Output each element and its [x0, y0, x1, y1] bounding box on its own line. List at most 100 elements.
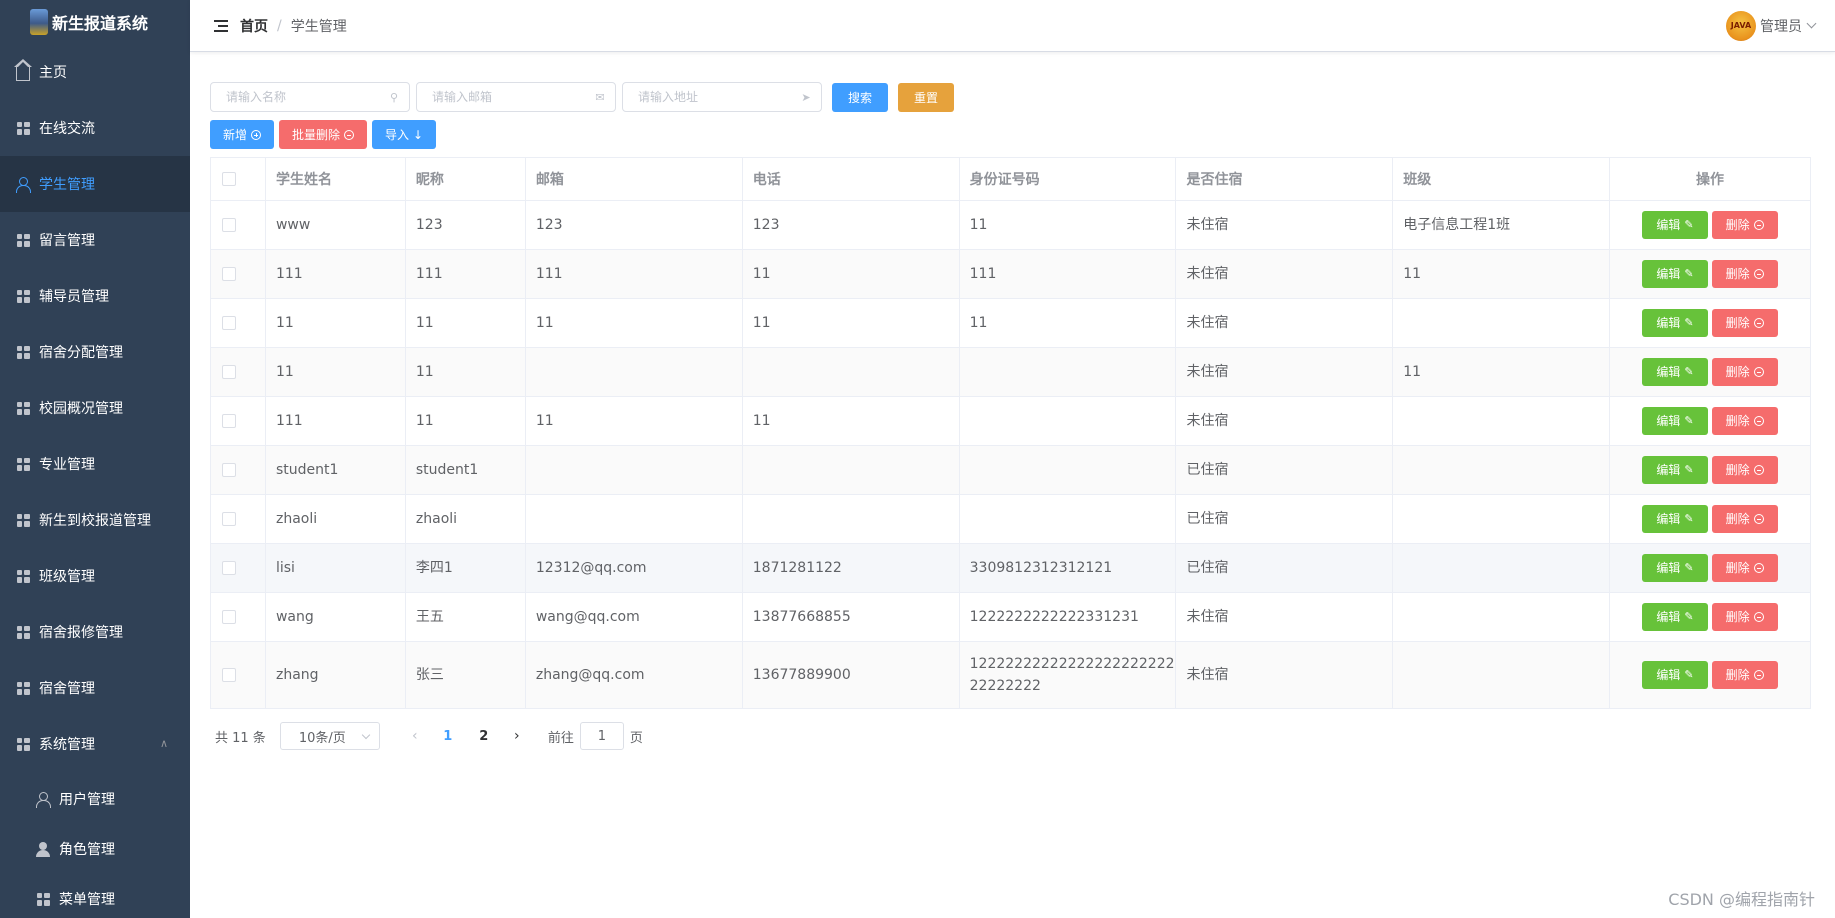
delete-button[interactable]: 删除	[1711, 211, 1778, 239]
edit-button[interactable]: 编辑 ✎	[1642, 554, 1708, 582]
sidebar-subitem[interactable]: 角色管理	[0, 824, 190, 874]
row-checkbox[interactable]	[222, 267, 236, 281]
sidebar-item[interactable]: 校园概况管理	[0, 380, 190, 436]
edit-button[interactable]: 编辑 ✎	[1642, 407, 1708, 435]
sidebar-item[interactable]: 留言管理	[0, 212, 190, 268]
table-cell: 11	[959, 298, 1177, 348]
address-search-input[interactable]	[638, 90, 799, 104]
select-all-checkbox[interactable]	[222, 172, 236, 186]
breadcrumb-home[interactable]: 首页	[240, 16, 268, 36]
sidebar-item[interactable]: 学生管理	[0, 156, 190, 212]
reset-button[interactable]: 重置	[898, 82, 954, 112]
delete-button[interactable]: 删除	[1711, 407, 1778, 435]
edit-button-label: 编辑	[1656, 316, 1681, 330]
import-button[interactable]: 导入 ↓	[372, 120, 437, 149]
table-row: 11 11 11 11 11 未住宿 编辑 ✎ 删除	[210, 298, 1811, 348]
row-actions: 编辑 ✎ 删除	[1609, 592, 1811, 642]
column-header: 学生姓名	[265, 157, 406, 201]
edit-button[interactable]: 编辑 ✎	[1642, 505, 1708, 533]
delete-button[interactable]: 删除	[1711, 505, 1778, 533]
row-checkbox[interactable]	[222, 365, 236, 379]
row-checkbox[interactable]	[222, 561, 236, 575]
sidebar-item[interactable]: 辅导员管理	[0, 268, 190, 324]
sidebar-item[interactable]: 宿舍分配管理	[0, 324, 190, 380]
row-actions: 编辑 ✎ 删除	[1609, 298, 1811, 348]
avatar[interactable]: JAVA	[1726, 10, 1756, 41]
circle-minus-icon	[1753, 612, 1764, 622]
table-cell	[1392, 298, 1611, 348]
user-icon	[35, 791, 51, 808]
sidebar-item-label: 辅导员管理	[39, 289, 109, 305]
prev-page-button[interactable]: ‹	[400, 728, 430, 744]
sidebar-subitem-label: 菜单管理	[59, 892, 115, 908]
edit-button[interactable]: 编辑 ✎	[1642, 456, 1708, 484]
row-checkbox[interactable]	[222, 512, 236, 526]
delete-button-label: 删除	[1725, 267, 1750, 281]
edit-button[interactable]: 编辑 ✎	[1642, 358, 1708, 386]
circle-minus-icon	[1753, 670, 1764, 680]
edit-button-label: 编辑	[1656, 365, 1681, 379]
chevron-down-icon[interactable]	[1806, 18, 1817, 29]
watermark: CSDN @编程指南针	[1668, 890, 1815, 909]
column-header: 昵称	[405, 157, 526, 201]
edit-button[interactable]: 编辑 ✎	[1642, 260, 1708, 288]
goto-page-input[interactable]	[579, 722, 624, 750]
delete-button[interactable]: 删除	[1711, 260, 1778, 288]
column-header: 班级	[1392, 157, 1611, 201]
username[interactable]: 管理员	[1760, 16, 1802, 36]
delete-button-label: 删除	[1725, 218, 1750, 232]
row-checkbox[interactable]	[222, 463, 236, 477]
sidebar-subitem-label: 角色管理	[59, 842, 115, 858]
sidebar-subitem[interactable]: 菜单管理	[0, 874, 190, 918]
delete-button[interactable]: 删除	[1711, 661, 1778, 689]
edit-button-label: 编辑	[1656, 512, 1681, 526]
row-checkbox[interactable]	[222, 414, 236, 428]
table-cell: zhang@qq.com	[525, 641, 743, 709]
hamburger-icon[interactable]	[214, 19, 228, 32]
delete-button[interactable]: 删除	[1711, 554, 1778, 582]
sidebar-item[interactable]: 系统管理 ∧	[0, 716, 190, 772]
top-header: 首页 / 学生管理 JAVA 管理员	[190, 0, 1835, 52]
column-header: 操作	[1609, 157, 1811, 201]
table-cell: 111	[525, 249, 743, 299]
delete-button[interactable]: 删除	[1711, 603, 1778, 631]
table-cell: 12312@qq.com	[525, 543, 743, 593]
table-cell	[1392, 641, 1611, 709]
sidebar-item[interactable]: 主页	[0, 44, 190, 100]
page-number-1[interactable]: 1	[430, 729, 466, 744]
edit-button[interactable]: 编辑 ✎	[1642, 309, 1708, 337]
add-button[interactable]: 新增	[210, 120, 275, 149]
user-dropdown[interactable]: JAVA 管理员	[1726, 10, 1817, 41]
name-search-input[interactable]	[226, 90, 387, 104]
row-checkbox[interactable]	[222, 668, 236, 682]
table-cell	[1392, 396, 1611, 446]
edit-button[interactable]: 编辑 ✎	[1642, 603, 1708, 631]
row-checkbox[interactable]	[222, 610, 236, 624]
page-number-2[interactable]: 2	[466, 729, 502, 744]
mail-icon: ✉	[595, 90, 605, 104]
next-page-button[interactable]: ›	[502, 728, 532, 744]
delete-button[interactable]: 删除	[1711, 358, 1778, 386]
sidebar-item[interactable]: 新生到校报道管理	[0, 492, 190, 548]
sidebar-item[interactable]: 宿舍管理	[0, 660, 190, 716]
edit-button[interactable]: 编辑 ✎	[1642, 661, 1708, 689]
grid-icon	[35, 891, 51, 907]
page-size-select[interactable]: 10条/页	[279, 722, 380, 750]
batch-delete-button[interactable]: 批量删除	[279, 120, 368, 149]
email-search-input[interactable]	[432, 90, 593, 104]
sidebar-item[interactable]: 在线交流	[0, 100, 190, 156]
sidebar-subitem[interactable]: 用户管理	[0, 774, 190, 824]
table-row: 11 11 未住宿 11 编辑 ✎ 删除	[210, 347, 1811, 397]
sidebar-item[interactable]: 专业管理	[0, 436, 190, 492]
delete-button[interactable]: 删除	[1711, 456, 1778, 484]
row-checkbox[interactable]	[222, 316, 236, 330]
sidebar-item-label: 在线交流	[39, 121, 95, 137]
delete-button[interactable]: 删除	[1711, 309, 1778, 337]
sidebar-item[interactable]: 宿舍报修管理	[0, 604, 190, 660]
table-cell	[742, 445, 960, 495]
delete-button-label: 删除	[1725, 414, 1750, 428]
edit-button[interactable]: 编辑 ✎	[1642, 211, 1708, 239]
search-button[interactable]: 搜索	[832, 82, 888, 112]
sidebar-item[interactable]: 班级管理	[0, 548, 190, 604]
row-checkbox[interactable]	[222, 218, 236, 232]
